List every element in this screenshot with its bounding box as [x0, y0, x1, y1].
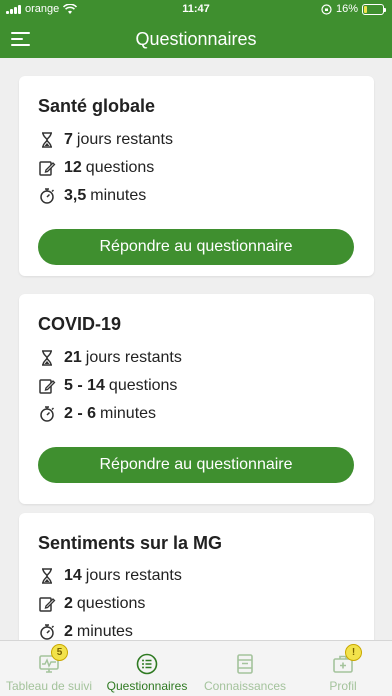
battery-percent: 16%: [335, 3, 358, 15]
questions-count-row: 12 questions: [38, 158, 154, 178]
tab-bar: 5 Tableau de suivi Questionnaires Connai…: [0, 640, 392, 696]
questions-count-row: 2 questions: [38, 594, 145, 614]
days-remaining-row: 14 jours restants: [38, 566, 182, 586]
tab-questionnaires[interactable]: Questionnaires: [98, 641, 196, 696]
tab-label: Profil: [329, 679, 357, 693]
days-remaining-row: 7 jours restants: [38, 130, 173, 150]
tab-label: Connaissances: [203, 679, 287, 693]
page-title: Questionnaires: [135, 29, 257, 49]
duration-row: 3,5 minutes: [38, 186, 146, 206]
days-value: 7: [64, 131, 73, 148]
days-label: jours restants: [76, 131, 173, 148]
notification-badge: 5: [51, 644, 68, 661]
minutes-value: 2 - 6: [64, 405, 97, 422]
questions-label: questions: [85, 159, 155, 176]
duration-row: 2 - 6 minutes: [38, 404, 156, 424]
alert-badge: !: [345, 644, 362, 661]
questionnaire-list[interactable]: Santé globale 7 jours restants 12 questi…: [0, 58, 392, 640]
minutes-label: minutes: [100, 405, 157, 422]
status-bar: orange 11:47 16%: [0, 0, 392, 20]
tab-connaissances[interactable]: Connaissances: [196, 641, 294, 696]
duration-row: 2 minutes: [38, 622, 133, 640]
tab-profil[interactable]: ! Profil: [294, 641, 392, 696]
days-remaining-row: 21 jours restants: [38, 348, 182, 368]
questionnaire-card-sentiments-mg: Sentiments sur la MG 14 jours restants 2…: [19, 513, 374, 640]
hourglass-icon: [42, 568, 52, 584]
status-right: 16%: [321, 3, 386, 15]
questionnaire-title: Santé globale: [38, 96, 156, 116]
hourglass-icon: [42, 132, 52, 148]
questions-label: questions: [76, 595, 146, 612]
questions-count-row: 5 - 14 questions: [38, 376, 177, 396]
battery-fill: [364, 5, 367, 13]
stopwatch-icon: [40, 624, 55, 640]
stopwatch-icon: [40, 406, 55, 422]
tab-tableau-de-suivi[interactable]: 5 Tableau de suivi: [0, 641, 98, 696]
questionnaire-card-covid-19: COVID-19 21 jours restants 5 - 14 questi…: [19, 294, 374, 504]
minutes-value: 2: [64, 623, 73, 640]
questions-label: questions: [108, 377, 178, 394]
days-label: jours restants: [85, 567, 182, 584]
battery-charging-icon: [362, 3, 386, 15]
questions-value: 5 - 14: [64, 377, 105, 394]
days-value: 14: [64, 567, 82, 584]
edit-note-icon: [39, 379, 56, 394]
edit-note-icon: [39, 597, 56, 612]
nav-bar: Questionnaires: [0, 20, 392, 58]
orientation-lock-icon: [321, 3, 332, 15]
hourglass-icon: [42, 350, 52, 366]
days-value: 21: [64, 349, 82, 366]
questions-value: 12: [64, 159, 82, 176]
book-icon: [237, 654, 253, 674]
minutes-label: minutes: [76, 623, 133, 640]
questionnaire-title: Sentiments sur la MG: [38, 533, 223, 553]
tab-label: Tableau de suivi: [5, 679, 93, 693]
list-circle-icon: [136, 653, 158, 675]
answer-questionnaire-button[interactable]: Répondre au questionnaire: [38, 447, 354, 483]
minutes-label: minutes: [90, 187, 147, 204]
minutes-value: 3,5: [64, 187, 87, 204]
stopwatch-icon: [40, 188, 55, 204]
answer-questionnaire-button[interactable]: Répondre au questionnaire: [38, 229, 354, 265]
days-label: jours restants: [85, 349, 182, 366]
tab-label: Questionnaires: [106, 679, 188, 693]
edit-note-icon: [39, 161, 56, 176]
questionnaire-card-sante-globale: Santé globale 7 jours restants 12 questi…: [19, 76, 374, 276]
questions-value: 2: [64, 595, 73, 612]
questionnaire-title: COVID-19: [38, 314, 122, 334]
